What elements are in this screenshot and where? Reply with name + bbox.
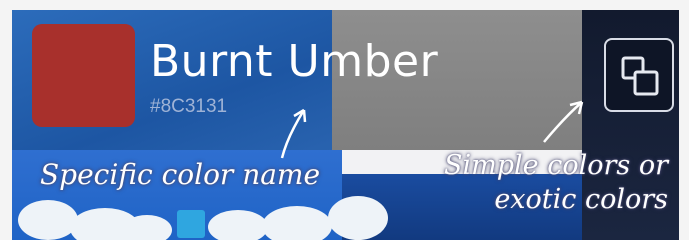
annotation-right-line-2: exotic colors bbox=[494, 184, 668, 216]
cloud-blob bbox=[208, 210, 268, 240]
cloud-blob bbox=[328, 196, 388, 240]
app-tile-icon bbox=[177, 210, 205, 238]
annotation-specific-color-name: Specific color name bbox=[40, 158, 321, 191]
arrow-right-annotation bbox=[543, 100, 584, 143]
annotation-right-line-1: Simple colors or bbox=[444, 150, 668, 181]
cloud-blob bbox=[262, 206, 332, 240]
cloud-blob bbox=[122, 215, 172, 240]
color-card: Burnt Umber #8C3131 Specific color name … bbox=[12, 10, 679, 240]
copy-icon bbox=[621, 56, 659, 96]
color-name: Burnt Umber bbox=[150, 36, 439, 87]
cloud-blob bbox=[18, 200, 78, 240]
color-hex: #8C3131 bbox=[150, 96, 228, 117]
color-swatch[interactable] bbox=[32, 24, 135, 127]
copy-button[interactable] bbox=[604, 38, 674, 112]
arrow-left-annotation bbox=[280, 108, 307, 159]
annotation-simple-or-exotic: Simple colors or exotic colors bbox=[416, 150, 668, 216]
